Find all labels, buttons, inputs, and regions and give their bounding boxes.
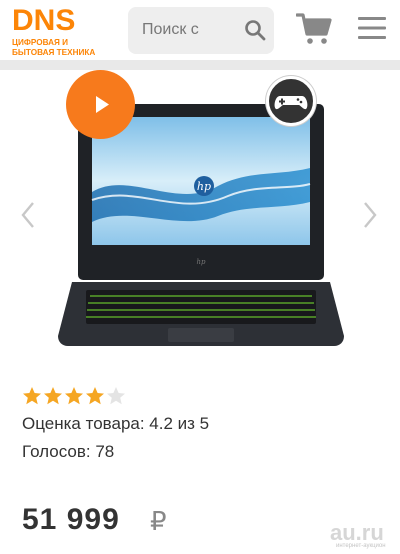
votes-count: Голосов: 78 <box>22 442 115 461</box>
gamepad-icon <box>274 96 308 110</box>
play-icon <box>96 96 109 113</box>
product-gallery[interactable]: hp hp <box>0 70 400 360</box>
gaming-badge <box>266 76 316 126</box>
search-input[interactable]: Поиск с <box>128 7 274 54</box>
star-filled-icon <box>23 387 41 405</box>
chevron-right-icon[interactable] <box>360 200 380 230</box>
rating-stars <box>22 386 126 406</box>
play-video-button[interactable] <box>66 70 135 139</box>
star-filled-icon <box>44 387 62 405</box>
watermark-subtitle: интернет-аукцион <box>336 543 386 549</box>
screen-logo: hp <box>197 180 211 193</box>
star-empty-icon <box>107 387 125 405</box>
price: 51 999 <box>22 503 120 536</box>
currency-symbol: ₽ <box>150 506 167 536</box>
dns-logo[interactable]: DNS ЦИФРОВАЯ И БЫТОВАЯ ТЕХНИКА <box>10 4 120 58</box>
chevron-left-icon[interactable] <box>18 200 38 230</box>
header-divider <box>0 60 400 70</box>
header: DNS ЦИФРОВАЯ И БЫТОВАЯ ТЕХНИКА Поиск с <box>0 0 400 60</box>
search-icon[interactable] <box>244 19 266 41</box>
rating-text: Оценка товара: 4.2 из 5 <box>22 414 210 433</box>
logo-tagline-2: БЫТОВАЯ ТЕХНИКА <box>12 48 96 57</box>
star-filled-icon <box>86 387 104 405</box>
star-filled-icon <box>65 387 83 405</box>
menu-icon[interactable] <box>358 16 386 40</box>
logo-tagline-1: ЦИФРОВАЯ И <box>12 38 69 47</box>
logo-wordmark: DNS <box>12 4 76 37</box>
search-placeholder: Поиск с <box>142 21 199 38</box>
cart-icon[interactable] <box>296 12 332 46</box>
svg-text:hp: hp <box>197 258 207 266</box>
